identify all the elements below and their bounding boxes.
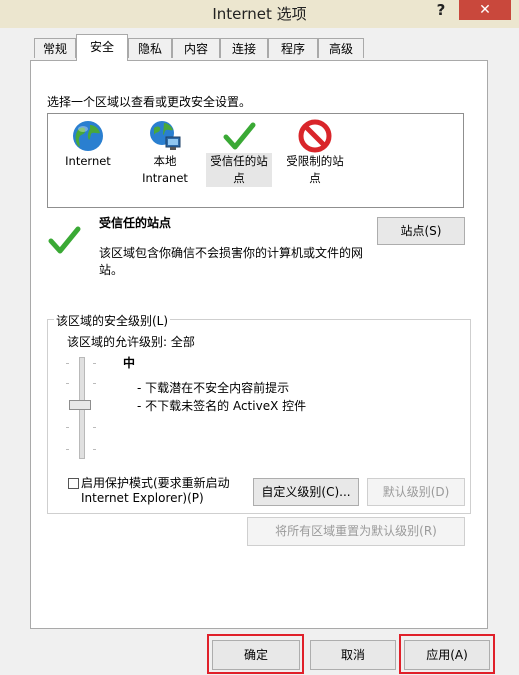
custom-level-button[interactable]: 自定义级别(C)...: [253, 478, 359, 506]
security-level-title: 该区域的安全级别(L): [54, 312, 171, 329]
zone-list: Internet 本地 Intranet 受信任的站 点 受限制的站 点: [47, 113, 464, 208]
zone-trusted-label-2: 点: [206, 170, 272, 187]
slider-tick: [93, 449, 96, 450]
allowed-level-text: 该区域的允许级别: 全部: [67, 335, 195, 349]
slider-tick: [93, 427, 96, 428]
slider-tick: [93, 383, 96, 384]
protected-mode-label-2: Internet Explorer)(P): [81, 491, 204, 505]
slider-tick: [66, 363, 69, 364]
security-panel: 选择一个区域以查看或更改安全设置。 Internet 本地 Intranet 受…: [30, 60, 488, 629]
reset-all-zones-button[interactable]: 将所有区域重置为默认级别(R): [247, 517, 465, 546]
title-bar: Internet 选项 ? ✕: [0, 0, 519, 28]
slider-tick: [66, 383, 69, 384]
security-level-slider-thumb[interactable]: [69, 400, 91, 410]
tab-privacy[interactable]: 隐私: [128, 38, 172, 58]
slider-tick: [66, 427, 69, 428]
zone-internet[interactable]: Internet: [58, 114, 118, 170]
level-bullet-2: - 不下载未签名的 ActiveX 控件: [137, 399, 307, 413]
zone-internet-label: Internet: [65, 154, 111, 168]
slider-tick: [93, 363, 96, 364]
zone-local-intranet[interactable]: 本地 Intranet: [136, 114, 194, 187]
zone-intranet-label-1: 本地: [153, 154, 177, 168]
zone-trusted-label-1: 受信任的站: [206, 153, 272, 170]
selected-zone-icon: [47, 223, 81, 260]
ok-button-highlight: [207, 634, 304, 674]
intranet-icon: [148, 119, 182, 153]
zone-restricted-label-1: 受限制的站: [286, 154, 344, 168]
slider-tick: [66, 449, 69, 450]
checkmark-icon: [48, 226, 81, 254]
selected-zone-title: 受信任的站点: [99, 216, 172, 230]
tab-security[interactable]: 安全: [76, 34, 128, 61]
zone-trusted-sites[interactable]: 受信任的站 点: [206, 114, 272, 187]
help-button[interactable]: ?: [433, 1, 449, 21]
zone-intranet-label-2: Intranet: [142, 171, 188, 185]
level-bullet-1: - 下载潜在不安全内容前提示: [137, 381, 290, 395]
tab-programs[interactable]: 程序: [268, 38, 318, 58]
zone-instruction: 选择一个区域以查看或更改安全设置。: [47, 95, 252, 109]
cancel-button[interactable]: 取消: [310, 640, 396, 670]
selected-zone-desc-2: 站。: [99, 263, 124, 277]
protected-mode-label-1: 启用保护模式(要求重新启动: [81, 476, 230, 490]
apply-button-highlight: [399, 634, 495, 674]
tab-general[interactable]: 常规: [34, 38, 76, 58]
restricted-icon: [298, 119, 332, 153]
protected-mode-checkbox[interactable]: [68, 478, 79, 489]
selected-zone-desc-1: 该区域包含你确信不会损害你的计算机或文件的网: [99, 246, 364, 260]
globe-icon: [71, 119, 105, 153]
tab-connections[interactable]: 连接: [220, 38, 268, 58]
level-name: 中: [123, 356, 136, 370]
checkmark-icon: [222, 119, 256, 153]
close-button[interactable]: ✕: [459, 0, 511, 20]
sites-button[interactable]: 站点(S): [377, 217, 465, 245]
zone-restricted-label-2: 点: [309, 171, 321, 185]
default-level-button[interactable]: 默认级别(D): [367, 478, 465, 506]
zone-restricted-sites[interactable]: 受限制的站 点: [282, 114, 348, 187]
tab-advanced[interactable]: 高级: [318, 38, 364, 58]
tab-content[interactable]: 内容: [172, 38, 220, 58]
